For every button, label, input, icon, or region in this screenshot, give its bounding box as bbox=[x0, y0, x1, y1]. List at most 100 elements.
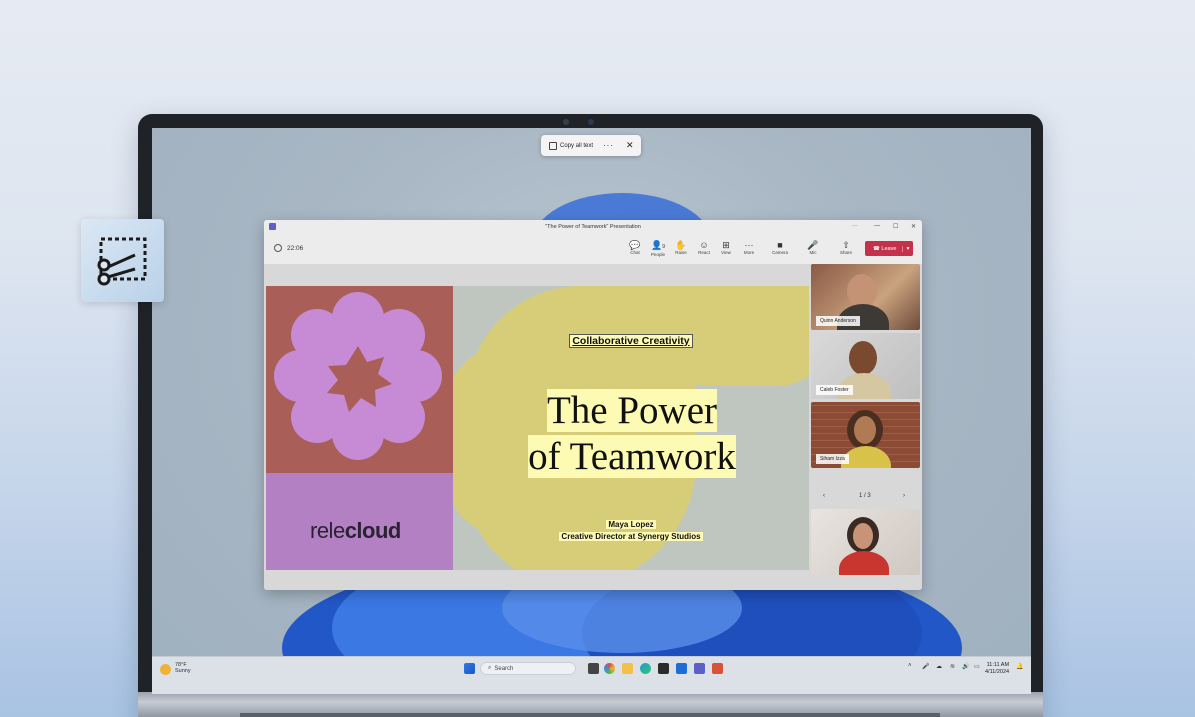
leave-label: Leave bbox=[881, 245, 897, 252]
elapsed-time: 22:06 bbox=[287, 244, 304, 252]
mic-button[interactable]: 🎤 Mic bbox=[802, 240, 824, 255]
webcam-icon bbox=[563, 119, 569, 125]
outlook-icon[interactable] bbox=[676, 663, 687, 674]
people-button[interactable]: 👤9 People bbox=[647, 240, 669, 257]
pager-prev-button[interactable]: ‹ bbox=[823, 493, 825, 499]
file-explorer-icon[interactable] bbox=[622, 663, 633, 674]
view-icon: ⊞ bbox=[722, 240, 730, 250]
windows-taskbar: 78°F Sunny ⌕ Search ˄ 🎤 ☁ ≋ 🔊 ▭ 11:11 AM… bbox=[152, 656, 1031, 694]
view-button[interactable]: ⊞ View bbox=[715, 240, 737, 255]
presenter-role: Creative Director at Synergy Studios bbox=[559, 532, 703, 541]
people-icon: 👤9 bbox=[651, 240, 665, 250]
copy-all-text-button[interactable]: Copy all text bbox=[549, 141, 594, 150]
maximize-button[interactable]: ☐ bbox=[893, 223, 898, 230]
slide-title-line1: The Power bbox=[546, 389, 718, 432]
chat-button[interactable]: 💬 Chat bbox=[624, 240, 646, 255]
participant-tile[interactable]: Caleb Foster bbox=[811, 333, 920, 399]
chat-label: Chat bbox=[630, 250, 640, 255]
minimize-button[interactable]: — bbox=[874, 223, 880, 229]
wifi-icon[interactable]: ≋ bbox=[950, 663, 955, 670]
snip-close-button[interactable]: ✕ bbox=[626, 140, 634, 151]
presenter-name: Maya Lopez bbox=[606, 520, 656, 529]
participant-tile[interactable]: Quinn Anderson bbox=[811, 264, 920, 330]
window-more-button[interactable]: ··· bbox=[852, 223, 858, 229]
participant-name: Quinn Anderson bbox=[816, 316, 860, 326]
background: Copy all text ··· ✕ "The Power of Teamwo… bbox=[0, 0, 1195, 717]
participant-video bbox=[854, 416, 876, 444]
more-button[interactable]: ··· More bbox=[738, 240, 760, 255]
slide-kicker: Collaborative Creativity bbox=[453, 334, 809, 348]
store-icon[interactable] bbox=[658, 663, 669, 674]
volume-icon[interactable]: 🔊 bbox=[962, 663, 969, 670]
teams-icon[interactable] bbox=[694, 663, 705, 674]
raise-label: Raise bbox=[675, 250, 687, 255]
slide-title-line2: of Teamwork bbox=[528, 435, 736, 478]
weather-widget[interactable]: 78°F Sunny bbox=[160, 662, 191, 675]
participant-tile[interactable]: Siham Izza bbox=[811, 402, 920, 468]
meeting-toolbar: 22:06 💬 Chat 👤9 People ✋ Raise ☺ React ⊞… bbox=[264, 234, 922, 264]
react-icon: ☺ bbox=[699, 240, 709, 250]
participant-video bbox=[839, 551, 889, 575]
meeting-timer: 22:06 bbox=[274, 244, 303, 252]
search-box[interactable]: ⌕ Search bbox=[480, 662, 576, 675]
task-view-icon[interactable] bbox=[588, 663, 599, 674]
mic-icon: 🎤 bbox=[807, 240, 819, 250]
battery-icon[interactable]: ▭ bbox=[974, 663, 980, 670]
search-icon: ⌕ bbox=[488, 665, 492, 671]
copy-all-text-label: Copy all text bbox=[560, 142, 594, 149]
participant-video bbox=[853, 523, 873, 549]
react-button[interactable]: ☺ React bbox=[693, 240, 715, 255]
notification-bell-icon[interactable]: 🔔 bbox=[1016, 663, 1023, 670]
more-label: More bbox=[743, 250, 755, 255]
participant-video bbox=[847, 274, 877, 308]
relecloud-logo: relecloud bbox=[310, 518, 401, 543]
snipping-tool-app-icon[interactable] bbox=[81, 219, 164, 302]
share-label: Share bbox=[839, 250, 852, 255]
react-label: React bbox=[698, 250, 710, 255]
snipping-tool-taskbar-icon[interactable] bbox=[712, 663, 723, 674]
raise-hand-button[interactable]: ✋ Raise bbox=[670, 240, 692, 255]
clock-date: 4/11/2024 bbox=[985, 669, 1010, 675]
pager-indicator: 1 / 3 bbox=[859, 493, 871, 499]
scissors-icon bbox=[97, 237, 147, 286]
close-window-button[interactable]: ✕ bbox=[911, 223, 916, 230]
window-title: "The Power of Teamwork" Presentation bbox=[545, 224, 641, 230]
mic-label: Mic bbox=[809, 250, 817, 255]
participant-name: Caleb Foster bbox=[816, 385, 853, 395]
snip-more-button[interactable]: ··· bbox=[603, 141, 614, 150]
sun-icon bbox=[160, 664, 171, 675]
laptop-screen: Copy all text ··· ✕ "The Power of Teamwo… bbox=[152, 128, 1031, 694]
self-view-tile[interactable] bbox=[811, 509, 920, 575]
weather-desc: Sunny bbox=[175, 668, 191, 674]
copilot-icon[interactable] bbox=[604, 663, 615, 674]
shield-icon bbox=[274, 244, 282, 252]
leave-dropdown-chevron-icon[interactable]: ▾ bbox=[902, 245, 913, 252]
view-label: View bbox=[721, 250, 731, 255]
people-label: People bbox=[650, 252, 665, 257]
clock-time: 11:11 AM bbox=[986, 662, 1010, 668]
taskbar-clock[interactable]: 11:11 AM 4/11/2024 bbox=[985, 662, 1009, 676]
copy-icon bbox=[549, 141, 557, 150]
presentation-slide: relecloud Collaborative Creativity The P… bbox=[266, 286, 809, 570]
more-icon: ··· bbox=[744, 240, 754, 250]
camera-button[interactable]: ■ Camera bbox=[769, 240, 791, 255]
raise-hand-icon: ✋ bbox=[675, 240, 687, 250]
snip-toolbar: Copy all text ··· ✕ bbox=[541, 135, 641, 156]
leave-button[interactable]: ☎ Leave ▾ bbox=[865, 241, 913, 256]
share-icon: ⇧ bbox=[842, 240, 850, 250]
participant-pager: ‹ 1 / 3 › bbox=[811, 489, 920, 507]
tray-chevron-icon[interactable]: ˄ bbox=[908, 663, 912, 669]
presenter-info: Maya Lopez Creative Director at Synergy … bbox=[453, 520, 809, 541]
cloud-icon[interactable]: ☁ bbox=[936, 663, 942, 670]
laptop-hinge bbox=[240, 713, 940, 717]
meeting-stage: relecloud Collaborative Creativity The P… bbox=[264, 264, 922, 590]
start-button[interactable] bbox=[464, 663, 475, 674]
share-button[interactable]: ⇧ Share bbox=[835, 240, 857, 255]
pager-next-button[interactable]: › bbox=[903, 493, 905, 499]
edge-icon[interactable] bbox=[640, 663, 651, 674]
camera-icon: ■ bbox=[777, 240, 783, 250]
people-count: 9 bbox=[662, 244, 665, 250]
mic-tray-icon[interactable]: 🎤 bbox=[922, 663, 929, 670]
window-titlebar: "The Power of Teamwork" Presentation ···… bbox=[264, 220, 922, 234]
camera-label: Camera bbox=[771, 250, 788, 255]
